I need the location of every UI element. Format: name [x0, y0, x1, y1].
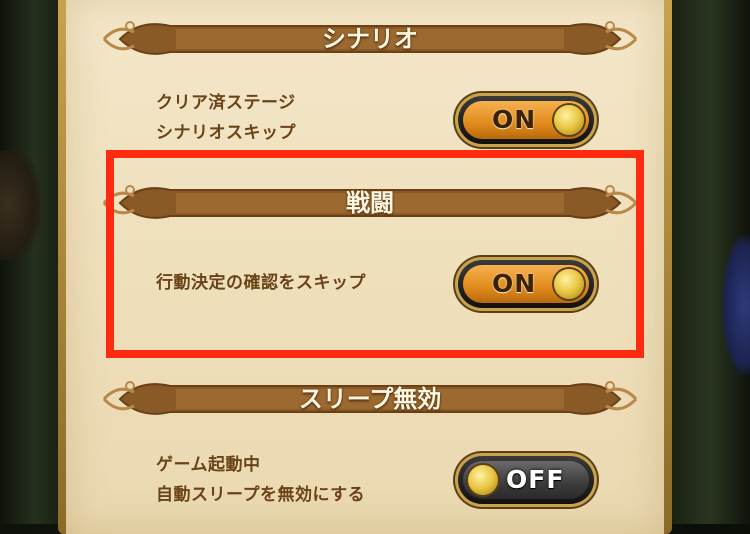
background-character-right [722, 235, 750, 375]
disable-sleep-toggle[interactable]: OFF [458, 456, 594, 504]
background-left [0, 0, 58, 524]
section-title: スリープ無効 [298, 385, 442, 413]
toggle-knob-icon[interactable] [554, 105, 584, 135]
highlight-box [106, 150, 644, 358]
setting-label-scenario-skip: クリア済ステージ シナリオスキップ [156, 88, 296, 148]
section-header-scenario: シナリオ [100, 14, 640, 64]
background-character-left [0, 150, 40, 260]
toggle-knob-icon[interactable] [468, 465, 498, 495]
label-line: ゲーム起動中 [156, 455, 261, 475]
toggle-state-label: ON [492, 105, 537, 134]
label-line: クリア済ステージ [156, 93, 296, 113]
scenario-skip-toggle[interactable]: ON [458, 96, 594, 144]
section-header-sleep-disable: スリープ無効 [100, 374, 640, 424]
toggle-state-label: OFF [506, 465, 565, 494]
label-line: シナリオスキップ [156, 123, 296, 143]
label-line: 自動スリープを無効にする [156, 485, 366, 505]
section-title: シナリオ [322, 25, 418, 53]
setting-label-disable-sleep: ゲーム起動中 自動スリープを無効にする [156, 450, 365, 510]
